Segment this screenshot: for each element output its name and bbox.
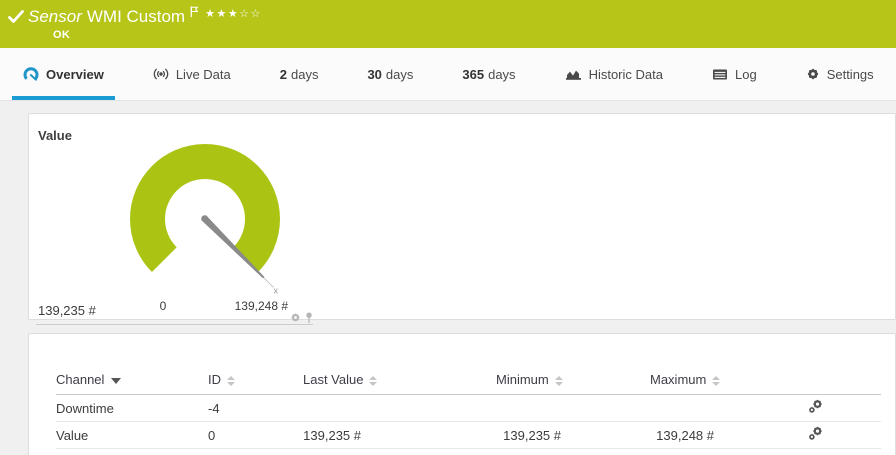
sort-both-icon: [227, 376, 235, 386]
sensor-status-header: Sensor WMI Custom ★★★☆☆ OK: [0, 0, 896, 48]
cell-channel[interactable]: Downtime: [56, 395, 208, 422]
sensor-name: WMI Custom: [87, 7, 185, 26]
table-header-row: Channel ID Last Value Minimum Maximum: [56, 372, 881, 395]
object-type-label: Sensor: [28, 7, 82, 26]
sort-both-icon: [369, 376, 377, 386]
gauge-settings-gear-icon[interactable]: [290, 312, 301, 323]
sort-both-icon: [555, 376, 563, 386]
live-data-icon: [153, 66, 169, 82]
gauge-current-value: 139,235 #: [38, 303, 96, 318]
gauge-max-label: 139,248 #: [214, 299, 288, 313]
cell-channel[interactable]: Value: [56, 422, 208, 449]
tab-log[interactable]: Log: [701, 48, 768, 100]
gauge-marker: x: [273, 286, 278, 296]
table-row-value: Value 0 139,235 # 139,235 # 139,248 #: [56, 422, 881, 449]
cell-maximum: 139,248 #: [565, 422, 718, 449]
value-gauge: x 139,235 # 0 139,248 #: [31, 131, 321, 309]
tab-bar: Overview Live Data 2days 30days 365days …: [0, 48, 896, 101]
tab-365-days[interactable]: 365days: [451, 48, 526, 100]
channel-settings-gears-icon[interactable]: [808, 426, 823, 441]
cell-minimum: 139,235 #: [415, 422, 565, 449]
tab-overview[interactable]: Overview: [12, 48, 115, 100]
log-icon: [712, 68, 728, 81]
channel-settings-gears-icon[interactable]: [808, 399, 823, 414]
value-gauge-panel: Value x 139,235 # 0 139,248 #: [28, 113, 896, 320]
column-header-maximum[interactable]: Maximum: [565, 372, 718, 395]
status-badge: OK: [53, 29, 896, 41]
column-header-channel[interactable]: Channel: [56, 372, 208, 395]
column-header-id[interactable]: ID: [208, 372, 303, 395]
star-rating[interactable]: ★★★☆☆: [205, 7, 262, 21]
gauge-arc: [147, 162, 262, 260]
table-row-downtime: Downtime -4: [56, 395, 881, 422]
column-header-minimum[interactable]: Minimum: [415, 372, 565, 395]
tab-live-data[interactable]: Live Data: [142, 48, 242, 100]
tab-2-days[interactable]: 2days: [269, 48, 330, 100]
gauge-icon: [23, 66, 39, 82]
gear-icon: [806, 67, 820, 81]
channel-table-panel: Channel ID Last Value Minimum Maximum: [28, 333, 896, 455]
sort-desc-icon: [111, 378, 121, 384]
flag-icon[interactable]: [190, 6, 199, 18]
sort-both-icon: [712, 376, 720, 386]
gauge-baseline: [36, 324, 313, 325]
column-header-last-value[interactable]: Last Value: [303, 372, 415, 395]
tab-30-days[interactable]: 30days: [356, 48, 424, 100]
cell-id: -4: [208, 395, 303, 422]
tab-settings[interactable]: Settings: [795, 48, 885, 100]
pin-icon[interactable]: [304, 312, 314, 324]
ok-check-icon: [8, 10, 24, 24]
tab-historic-data[interactable]: Historic Data: [554, 48, 674, 100]
cell-id: 0: [208, 422, 303, 449]
cell-maximum: [565, 395, 718, 422]
gauge-min-label: 0: [153, 299, 173, 313]
channel-table: Channel ID Last Value Minimum Maximum: [56, 372, 881, 449]
page-title: Sensor WMI Custom: [28, 6, 185, 28]
cell-last-value: 139,235 #: [303, 422, 415, 449]
cell-minimum: [415, 395, 565, 422]
cell-last-value: [303, 395, 415, 422]
historic-chart-icon: [565, 67, 582, 81]
